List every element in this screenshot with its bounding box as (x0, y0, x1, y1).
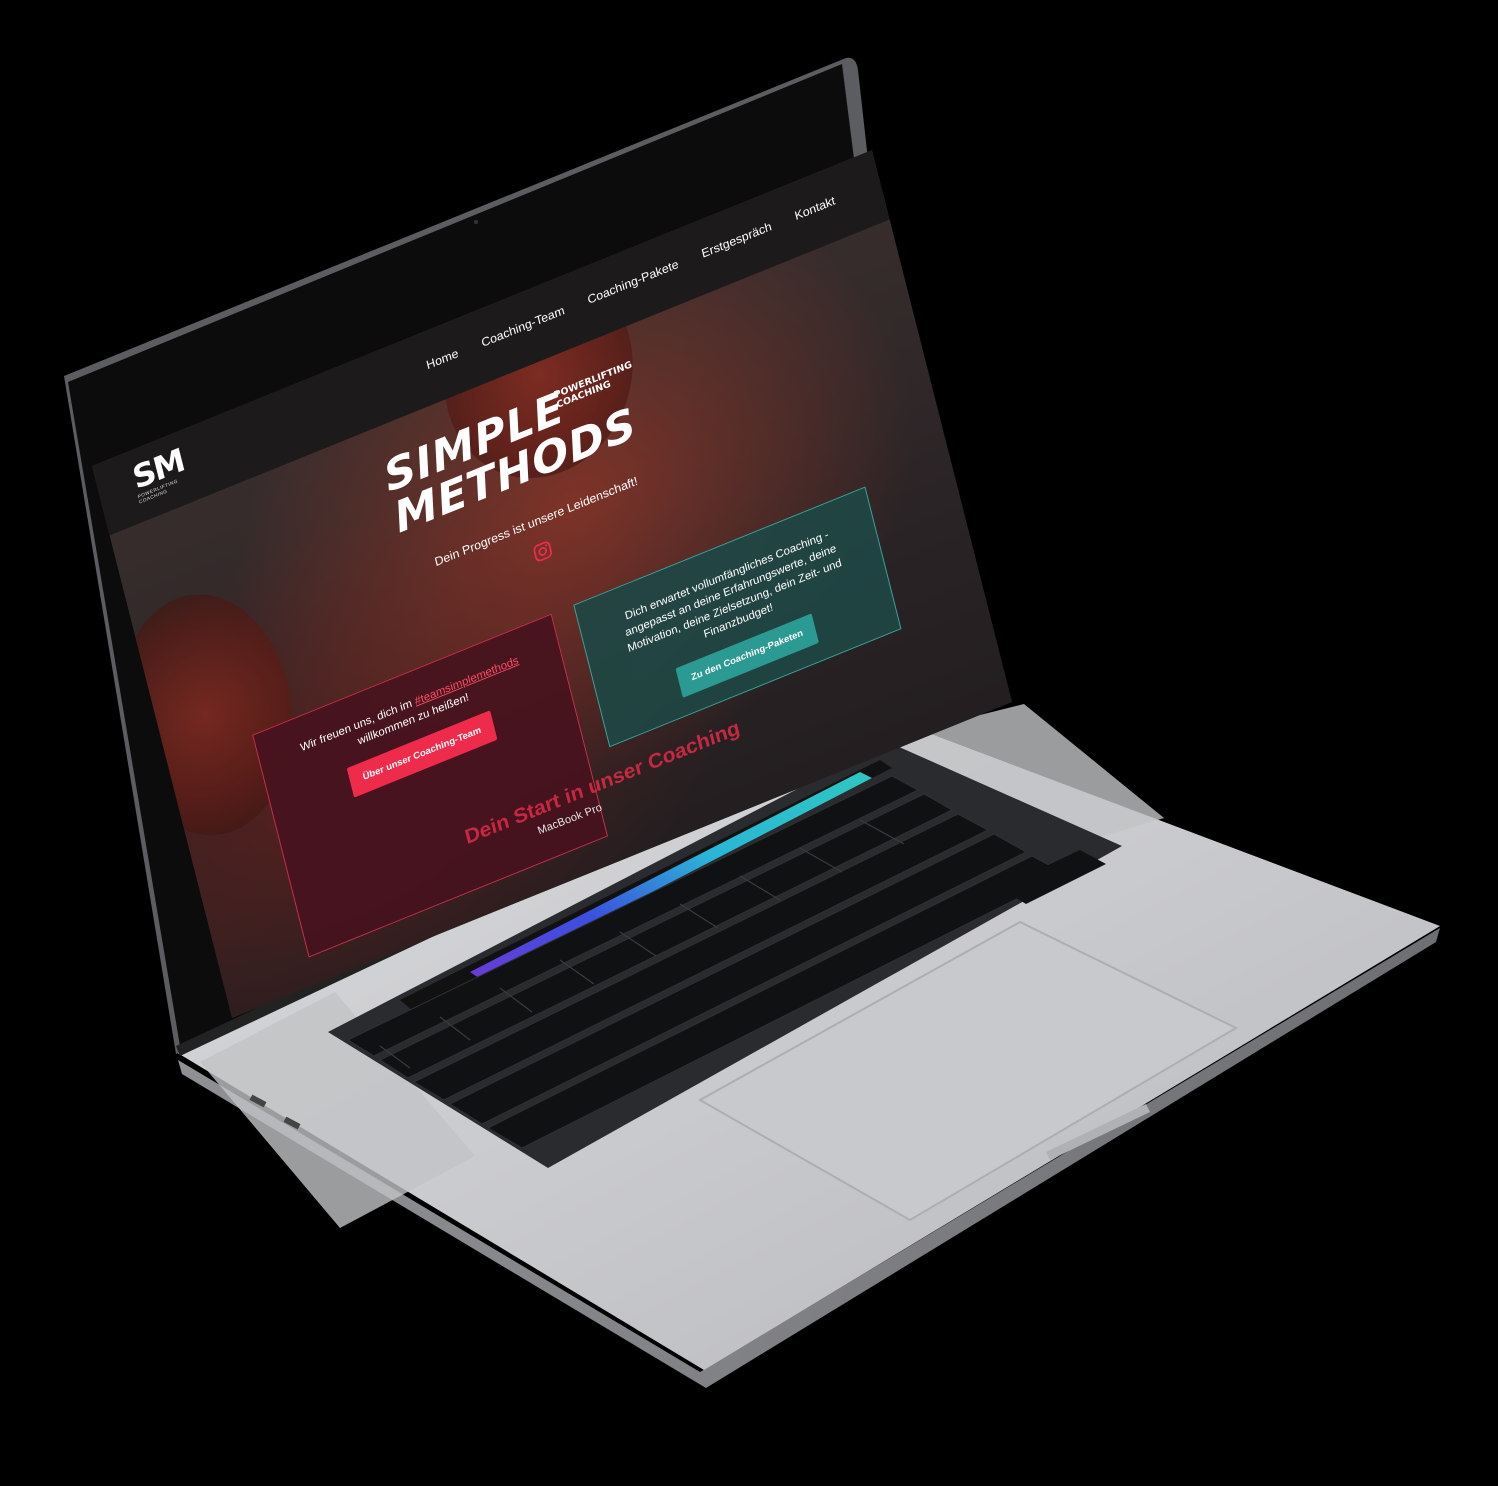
nav-kontakt[interactable]: Kontakt (793, 193, 836, 223)
nav-erstgespraech[interactable]: Erstgespräch (700, 219, 773, 260)
stage: SM POWERLIFTING COACHING Home Coaching-T… (0, 0, 1498, 1486)
nav-coaching-pakete[interactable]: Coaching-Pakete (586, 257, 680, 307)
nav-coaching-team[interactable]: Coaching-Team (480, 303, 566, 350)
nav-home[interactable]: Home (425, 346, 460, 372)
site-logo[interactable]: SM POWERLIFTING COACHING (129, 439, 205, 509)
